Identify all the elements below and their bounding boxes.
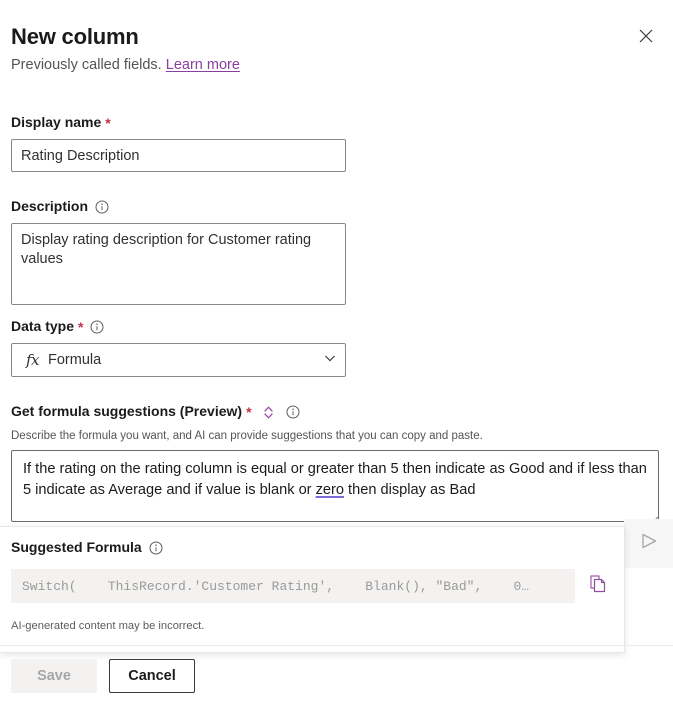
info-icon[interactable] — [95, 200, 109, 214]
description-field-group: Description Display rating description f… — [11, 197, 346, 310]
copy-formula-button[interactable] — [581, 569, 615, 603]
page-title: New column — [11, 22, 663, 52]
required-asterisk: * — [105, 114, 110, 132]
subtitle-text: Previously called fields. — [11, 57, 162, 73]
description-label-text: Description — [11, 197, 88, 215]
footer-actions: Save Cancel — [11, 659, 195, 693]
footer-divider — [0, 645, 673, 646]
ai-disclaimer-text: AI-generated content may be incorrect. — [11, 620, 204, 632]
display-name-field-group: Display name * — [11, 113, 346, 172]
data-type-value: Formula — [48, 352, 323, 368]
data-type-label: Data type * — [11, 317, 346, 335]
close-button[interactable] — [632, 22, 660, 50]
send-prompt-button[interactable] — [624, 519, 673, 568]
formula-suggestions-label: Get formula suggestions (Preview) * — [11, 402, 662, 420]
fx-icon: fx — [26, 351, 39, 369]
info-icon[interactable] — [90, 320, 104, 334]
formula-suggestions-group: Get formula suggestions (Preview) * Desc… — [11, 402, 662, 527]
learn-more-link[interactable]: Learn more — [166, 57, 240, 73]
formula-suggestions-help-text: Describe the formula you want, and AI ca… — [11, 429, 662, 444]
info-icon[interactable] — [149, 541, 163, 555]
copy-icon — [588, 574, 608, 599]
send-icon — [639, 531, 659, 556]
cancel-button[interactable]: Cancel — [109, 659, 195, 693]
suggested-formula-row: Switch( ThisRecord.'Customer Rating', Bl… — [11, 569, 615, 603]
formula-prompt-input[interactable] — [11, 450, 659, 522]
new-column-panel: New column Previously called fields. Lea… — [0, 0, 673, 706]
data-type-dropdown[interactable]: fx Formula — [11, 343, 346, 377]
chevron-down-icon — [323, 351, 337, 370]
suggested-formula-label-text: Suggested Formula — [11, 539, 142, 555]
formula-suggestions-label-text: Get formula suggestions (Preview) — [11, 402, 242, 420]
suggested-formula-label: Suggested Formula — [11, 539, 163, 555]
display-name-label: Display name * — [11, 113, 346, 131]
panel-header: New column Previously called fields. Lea… — [11, 22, 663, 75]
data-type-label-text: Data type — [11, 317, 74, 335]
required-asterisk: * — [78, 318, 83, 336]
panel-subtitle: Previously called fields. Learn more — [11, 55, 663, 75]
prompt-wrapper: If the rating on the rating column is eq… — [11, 450, 662, 527]
info-icon[interactable] — [286, 405, 300, 419]
description-label: Description — [11, 197, 346, 215]
save-button[interactable]: Save — [11, 659, 97, 693]
suggested-formula-box[interactable]: Switch( ThisRecord.'Customer Rating', Bl… — [11, 569, 575, 603]
display-name-label-text: Display name — [11, 113, 101, 131]
chevron-up-down-icon[interactable] — [262, 405, 276, 419]
close-icon — [639, 29, 653, 43]
display-name-input[interactable] — [11, 139, 346, 172]
suggested-formula-text: Switch( ThisRecord.'Customer Rating', Bl… — [22, 579, 529, 594]
suggested-formula-card: Suggested Formula Switch( ThisRecord.'Cu… — [0, 526, 625, 653]
description-input[interactable]: Display rating description for Customer … — [11, 223, 346, 305]
required-asterisk: * — [246, 403, 251, 421]
data-type-field-group: Data type * fx Formula — [11, 317, 346, 377]
